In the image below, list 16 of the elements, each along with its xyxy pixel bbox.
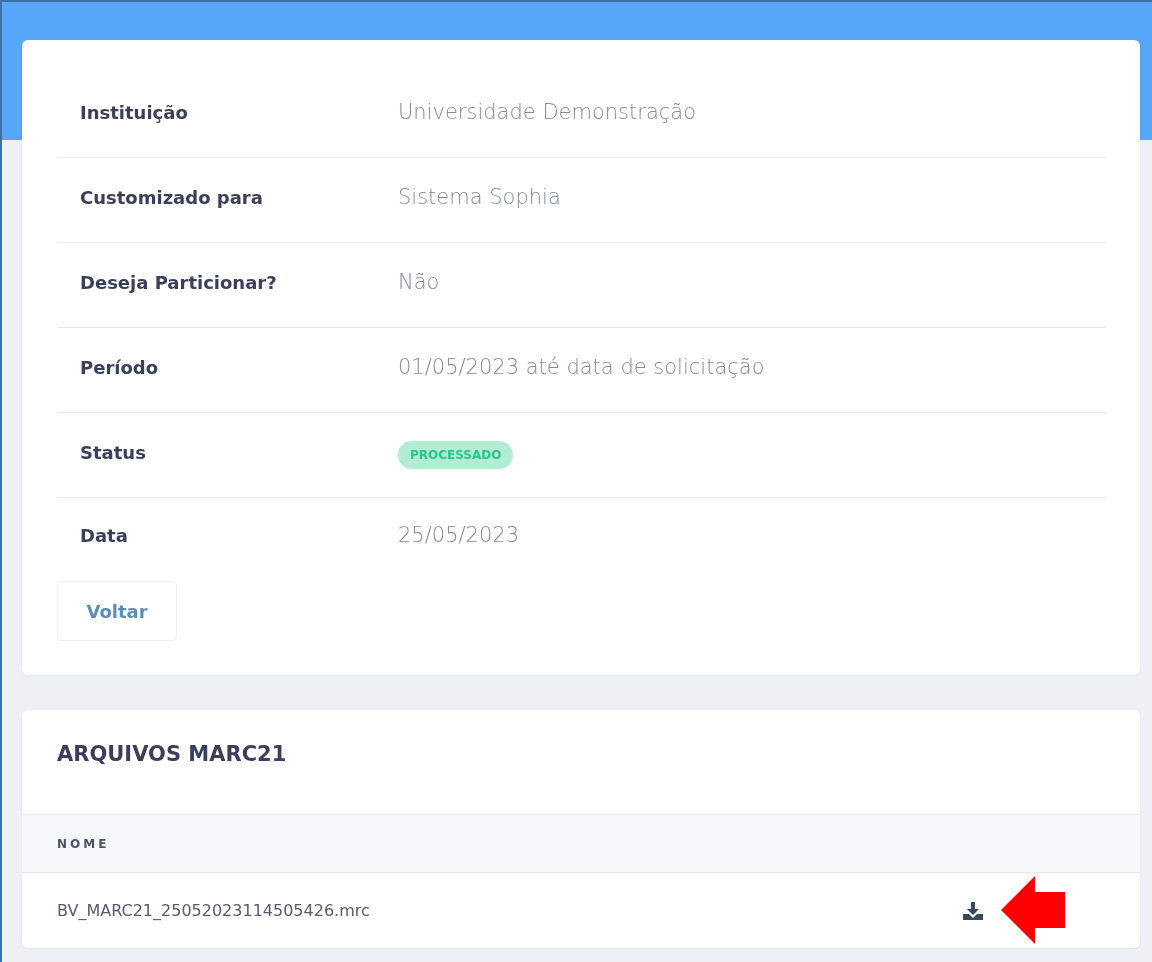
field-label: Período xyxy=(79,356,160,378)
field-label: Customizado para xyxy=(79,186,264,208)
field-label: Deseja Particionar? xyxy=(79,271,278,293)
field-value: Sistema Sophia xyxy=(398,185,561,209)
status-badge: PROCESSADO xyxy=(398,441,514,469)
field-label: Status xyxy=(79,441,147,463)
back-button[interactable]: Voltar xyxy=(57,581,177,641)
file-name: BV_MARC21_25052023114505426.mrc xyxy=(57,901,370,920)
column-header: NOME xyxy=(57,836,110,851)
field-value: Universidade Demonstração xyxy=(398,100,697,124)
field-label: Instituição xyxy=(79,101,189,123)
field-value: 01/05/2023 até data de solicitação xyxy=(398,355,765,379)
download-icon[interactable] xyxy=(963,902,983,920)
field-value: 25/05/2023 xyxy=(398,523,520,547)
field-value: Não xyxy=(398,270,440,294)
field-label: Data xyxy=(79,524,129,546)
